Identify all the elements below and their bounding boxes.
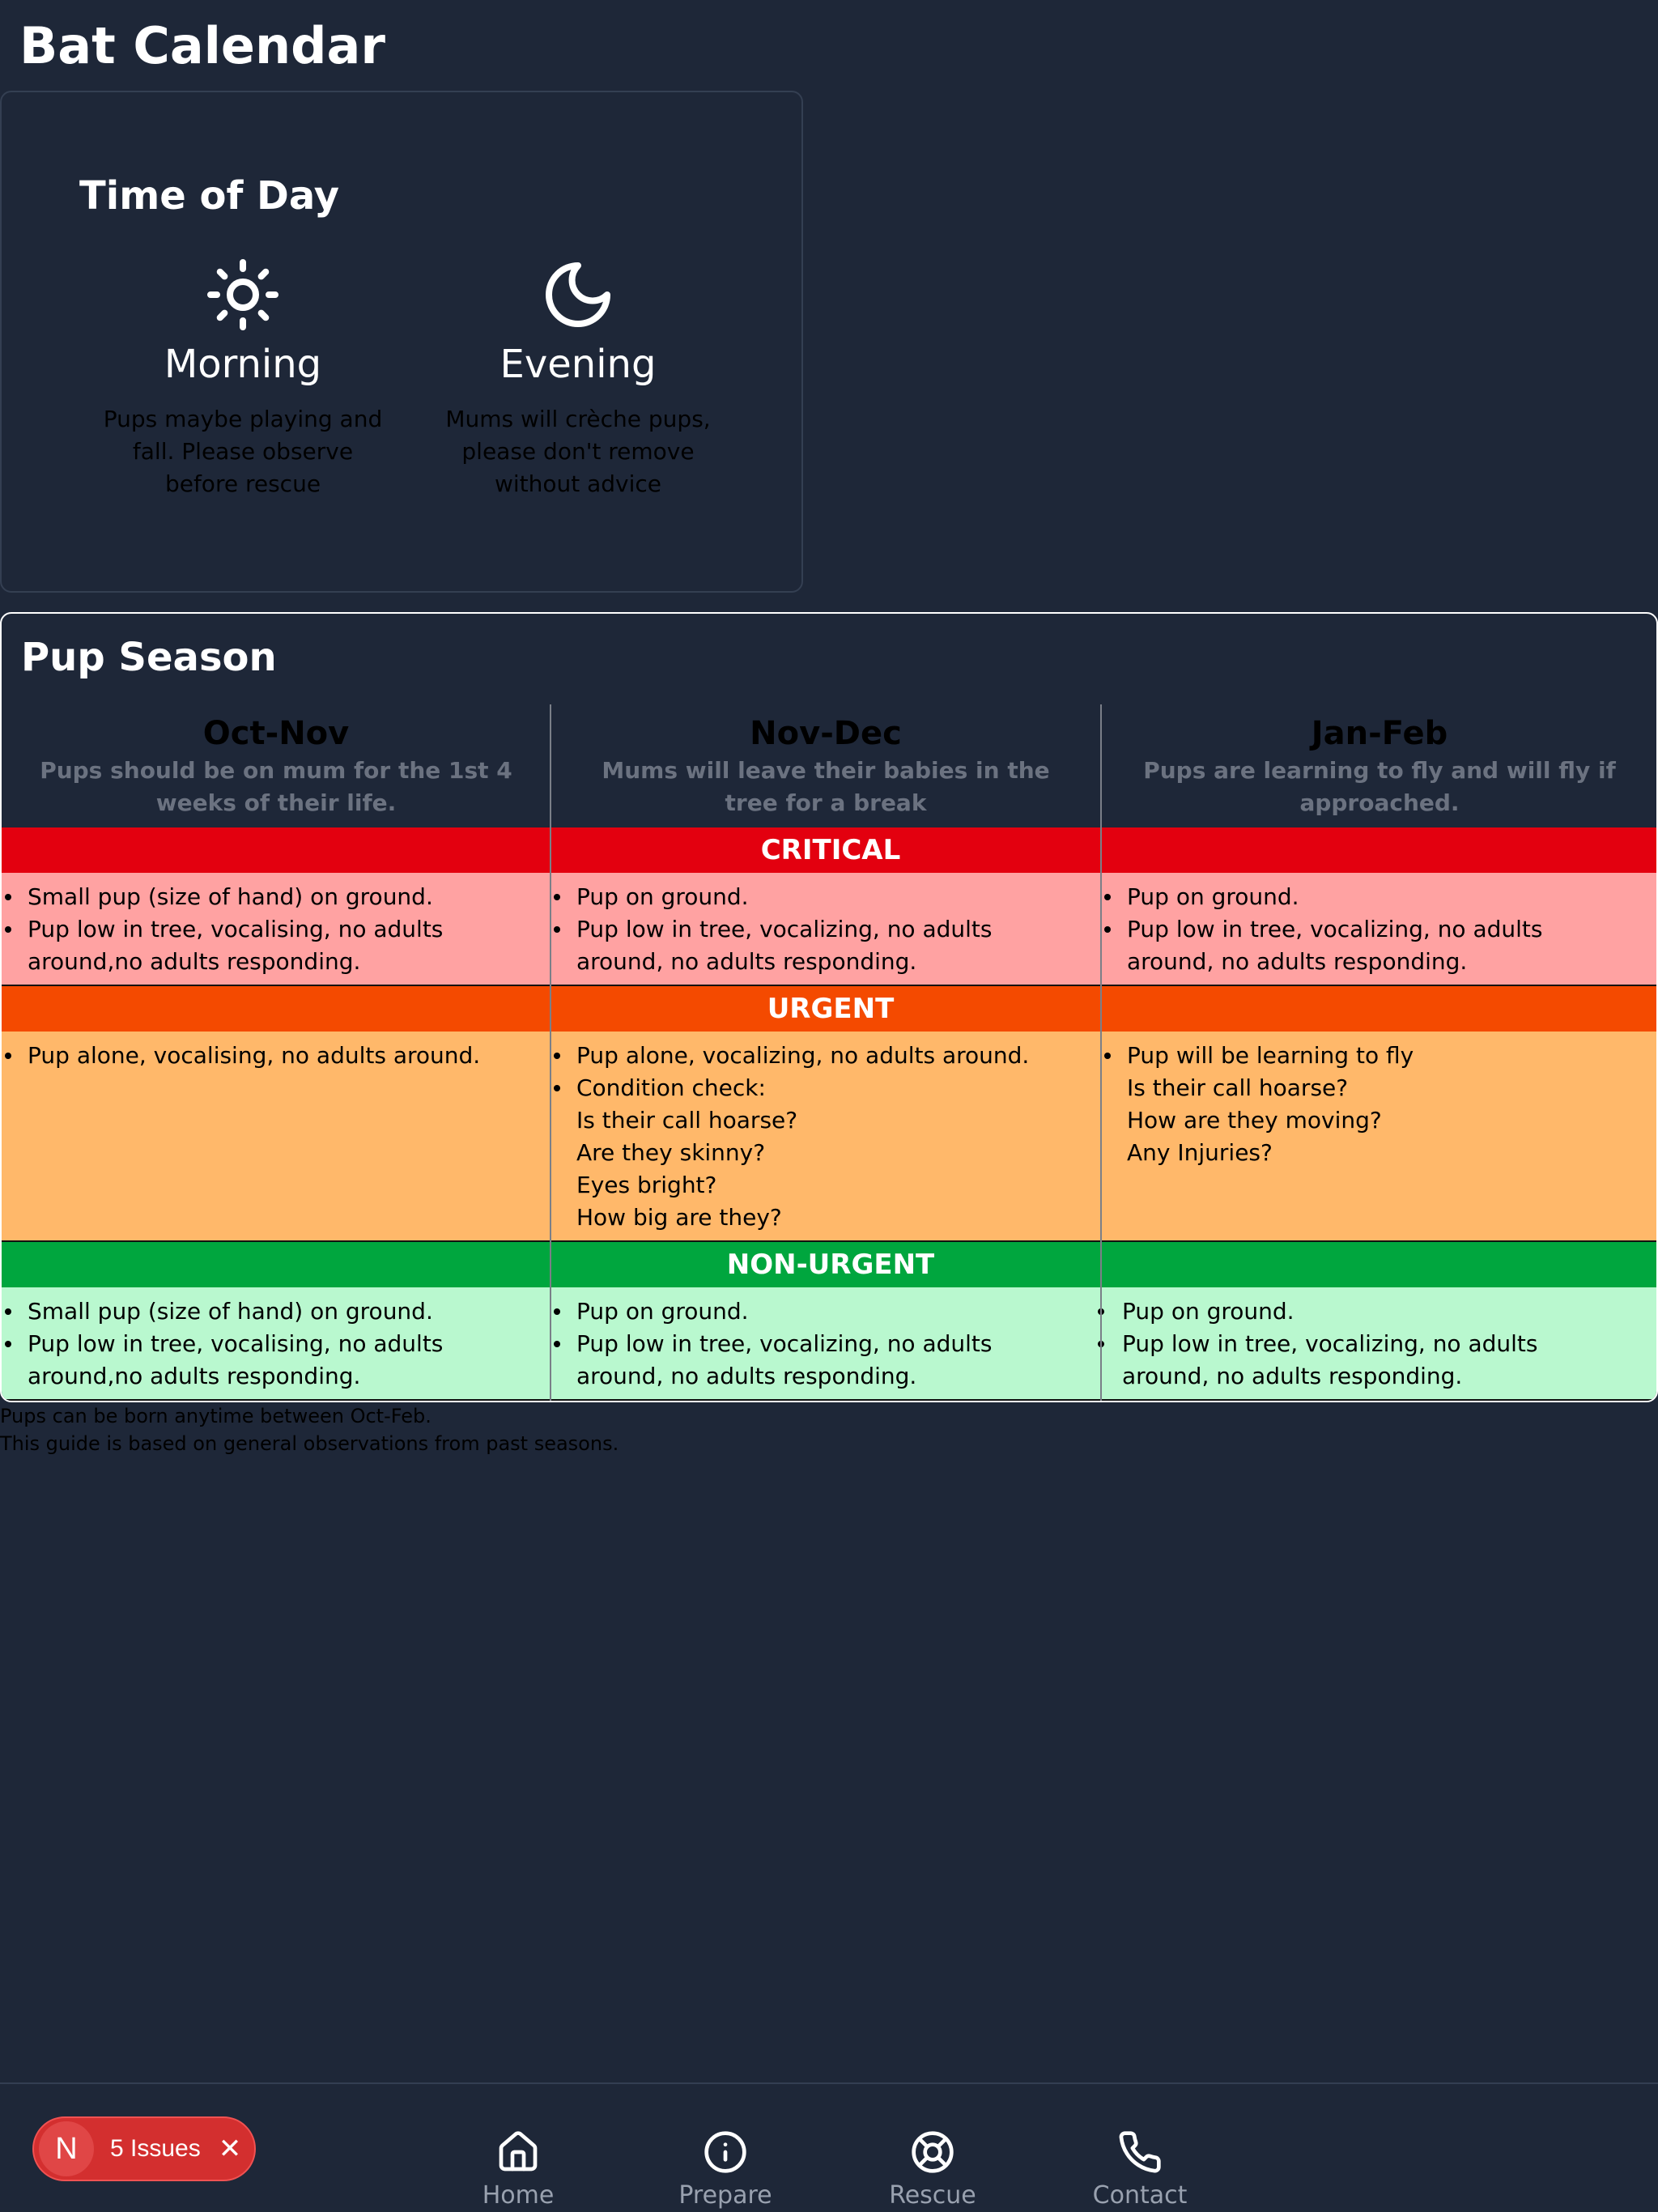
moon-icon: [408, 254, 748, 335]
list-item: Are they skinny?: [576, 1139, 766, 1166]
urgent-cell-oct-nov: Pup alone, vocalising, no adults around.: [2, 1032, 544, 1072]
evening-description: Mums will crèche pups, please don't remo…: [445, 406, 711, 497]
time-of-day-card: Time of Day Morning Pups maybe playing a…: [0, 91, 803, 593]
non-urgent-cell-nov-dec: Pup on ground. Pup low in tree, vocalizi…: [551, 1287, 1098, 1393]
list-item: Pup on ground.: [551, 1295, 1073, 1328]
page-title: Bat Calendar: [19, 16, 385, 75]
list-item: Pup low in tree, vocalizing, no adults a…: [1101, 913, 1626, 978]
row-divider: [2, 1399, 1656, 1401]
nav-contact-label: Contact: [1092, 2181, 1188, 2210]
nav-contact[interactable]: Contact: [1059, 2126, 1221, 2210]
non-urgent-row: Small pup (size of hand) on ground. Pup …: [2, 1287, 1656, 1399]
list-item: Pup low in tree, vocalising, no adults a…: [2, 1328, 528, 1393]
list-item: Pup low in tree, vocalising, no adults a…: [2, 913, 528, 978]
list-item: Pup on ground.: [551, 881, 1073, 913]
morning-label: Morning: [164, 342, 322, 387]
sun-icon: [73, 254, 413, 335]
home-icon: [437, 2126, 599, 2178]
urgent-band: URGENT: [2, 986, 1656, 1032]
critical-cell-jan-feb: Pup on ground. Pup low in tree, vocalizi…: [1101, 873, 1656, 978]
season-description: Pups are learning to fly and will fly if…: [1143, 757, 1616, 816]
list-item: How are they moving?: [1127, 1107, 1382, 1134]
nav-home-label: Home: [482, 2181, 555, 2210]
list-item: Small pup (size of hand) on ground.: [2, 1295, 528, 1328]
morning-description: Pups maybe playing and fall. Please obse…: [103, 406, 383, 497]
list-item: Pup will be learning to fly: [1101, 1040, 1626, 1072]
season-header-oct-nov: Oct-Nov Pups should be on mum for the 1s…: [2, 704, 551, 827]
time-of-day-title: Time of Day: [79, 173, 340, 219]
critical-band: CRITICAL: [2, 827, 1656, 873]
pup-season-title: Pup Season: [21, 635, 277, 680]
season-description: Pups should be on mum for the 1st 4 week…: [40, 757, 512, 816]
list-item: Pup low in tree, vocalizing, no adults a…: [1098, 1328, 1626, 1393]
column-divider: [1100, 704, 1102, 1401]
urgent-cell-nov-dec: Pup alone, vocalizing, no adults around.…: [551, 1032, 1098, 1234]
list-item: Small pup (size of hand) on ground.: [2, 881, 528, 913]
pup-season-card: Pup Season Oct-Nov Pups should be on mum…: [0, 612, 1658, 1402]
nav-prepare-label: Prepare: [678, 2181, 772, 2210]
footnote-guide-basis: This guide is based on general observati…: [0, 1432, 619, 1455]
season-header-nov-dec: Nov-Dec Mums will leave their babies in …: [551, 704, 1101, 827]
lifebuoy-icon: [852, 2126, 1014, 2178]
nav-home[interactable]: Home: [437, 2126, 599, 2210]
season-name: Jan-Feb: [1311, 715, 1448, 752]
non-urgent-band: NON-URGENT: [2, 1242, 1656, 1287]
phone-icon: [1059, 2126, 1221, 2178]
season-name: Oct-Nov: [202, 715, 350, 752]
list-item: Condition check:: [551, 1072, 1073, 1104]
list-item: Eyes bright?: [576, 1172, 717, 1198]
column-divider: [550, 704, 551, 1401]
non-urgent-cell-jan-feb: Pup on ground. Pup low in tree, vocalizi…: [1098, 1287, 1656, 1393]
issues-label: 5 Issues: [110, 2135, 201, 2162]
evening-label: Evening: [500, 342, 657, 387]
critical-row: Small pup (size of hand) on ground. Pup …: [2, 873, 1656, 985]
footnote-born-range: Pups can be born anytime between Oct-Feb…: [0, 1405, 432, 1427]
close-icon[interactable]: ✕: [219, 2133, 242, 2165]
issues-badge: N: [39, 2121, 94, 2176]
list-item: Pup on ground.: [1101, 881, 1626, 913]
nav-rescue[interactable]: Rescue: [852, 2126, 1014, 2210]
info-icon: [644, 2126, 806, 2178]
nav-prepare[interactable]: Prepare: [644, 2126, 806, 2210]
evening-item: Evening Mums will crèche pups, please do…: [408, 254, 748, 500]
list-item: Pup low in tree, vocalizing, no adults a…: [551, 1328, 1073, 1393]
season-description: Mums will leave their babies in the tree…: [602, 757, 1050, 816]
non-urgent-cell-oct-nov: Small pup (size of hand) on ground. Pup …: [2, 1287, 544, 1393]
urgent-row: Pup alone, vocalising, no adults around.…: [2, 1032, 1656, 1240]
list-item: Is their call hoarse?: [1127, 1074, 1349, 1101]
list-item: Pup alone, vocalising, no adults around.: [2, 1040, 528, 1072]
list-item: Is their call hoarse?: [576, 1107, 798, 1134]
list-item: Pup alone, vocalizing, no adults around.: [551, 1040, 1073, 1072]
season-header-jan-feb: Jan-Feb Pups are learning to fly and wil…: [1101, 704, 1656, 827]
list-item: Any Injuries?: [1127, 1139, 1273, 1166]
issues-button[interactable]: N 5 Issues ✕: [32, 2116, 256, 2181]
list-item: Pup on ground.: [1098, 1295, 1626, 1328]
footnotes: Pups can be born anytime between Oct-Feb…: [0, 1402, 619, 1457]
critical-cell-nov-dec: Pup on ground. Pup low in tree, vocalizi…: [551, 873, 1098, 978]
list-item: Pup low in tree, vocalizing, no adults a…: [551, 913, 1073, 978]
nav-rescue-label: Rescue: [889, 2181, 976, 2210]
season-name: Nov-Dec: [750, 715, 902, 752]
urgent-cell-jan-feb: Pup will be learning to fly Is their cal…: [1101, 1032, 1656, 1169]
list-item: How big are they?: [576, 1204, 782, 1231]
morning-item: Morning Pups maybe playing and fall. Ple…: [73, 254, 413, 500]
critical-cell-oct-nov: Small pup (size of hand) on ground. Pup …: [2, 873, 544, 978]
